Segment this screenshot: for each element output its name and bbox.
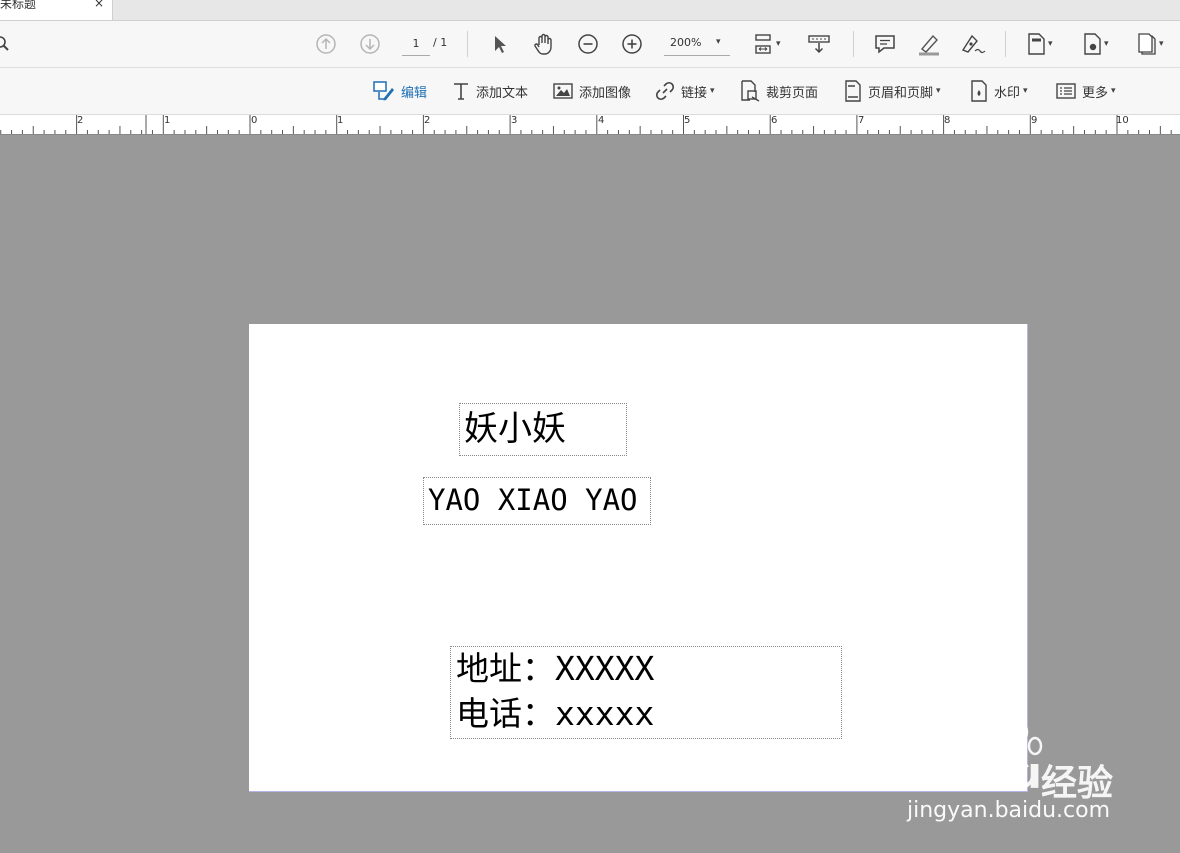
add-image-label: 添加图像 [579, 85, 632, 101]
add-image-button[interactable]: 添加图像 [552, 68, 631, 114]
text-box-name-pinyin[interactable]: YAO XIAO YAO [423, 477, 651, 525]
comment-icon[interactable] [873, 21, 897, 67]
text-icon [454, 83, 468, 100]
close-tab-icon[interactable]: × [94, 0, 104, 10]
edit-button[interactable]: 编辑 [372, 68, 427, 114]
watermark-button[interactable]: 水印 ▾ [969, 68, 1028, 114]
horizontal-ruler: 2 1 0 1 2 3 4 5 6 7 8 9 10 [0, 115, 1180, 135]
ruler-label: 2 [424, 115, 431, 126]
document-menu-button[interactable]: ▾ [1137, 21, 1164, 67]
watermark-label: 水印 [994, 85, 1021, 101]
more-button[interactable]: 更多 ▾ [1055, 68, 1116, 114]
ruler-label: 10 [1116, 115, 1129, 126]
link-button[interactable]: 链接 ▾ [654, 68, 715, 114]
toolbar-divider [467, 31, 468, 57]
page-number-input[interactable] [402, 31, 430, 56]
crop-icon [741, 80, 760, 102]
chevron-down-icon: ▾ [776, 39, 781, 49]
toolbar-divider [1005, 31, 1006, 57]
header-footer-label: 页眉和页脚 [868, 85, 934, 101]
crop-pages-button[interactable]: 裁剪页面 [739, 68, 818, 114]
page-tools-button[interactable]: ▾ [1082, 21, 1109, 67]
ruler-label: 0 [251, 115, 258, 126]
ruler-ticks [0, 115, 1172, 134]
zoom-level-value: 200% [670, 36, 702, 49]
next-page-icon[interactable] [359, 21, 381, 67]
export-pdf-button[interactable]: ▾ [1026, 21, 1053, 67]
text-box-contact[interactable]: 地址：XXXXX 电话：xxxxx [450, 646, 842, 739]
ruler-label: 8 [944, 115, 951, 126]
select-tool-icon[interactable] [491, 21, 509, 67]
main-toolbar: / 1 200% ▾ ▾ ▾ ▾ ▾ [0, 21, 1180, 68]
edit-icon [373, 81, 394, 101]
tab-title: 未标题 [0, 0, 37, 11]
name-chinese-text: 妖小妖 [464, 409, 566, 449]
watermark-icon [971, 80, 987, 102]
fit-page-button[interactable]: ▾ [752, 21, 781, 67]
watermark-url: jingyan.baidu.com [907, 798, 1111, 823]
edit-label: 编辑 [401, 85, 428, 101]
previous-page-icon[interactable] [315, 21, 337, 67]
link-icon [655, 81, 675, 101]
phone-text: 电话：xxxxx [456, 694, 655, 733]
crop-pages-label: 裁剪页面 [766, 85, 819, 101]
chevron-down-icon: ▾ [1159, 39, 1164, 49]
ruler-label: 7 [858, 115, 865, 126]
highlight-icon[interactable] [916, 21, 942, 67]
ruler-label: 2 [77, 115, 84, 126]
edit-toolbar: 编辑 添加文本 添加图像 链接 ▾ 裁剪页面 页眉和页脚 ▾ 水印 ▾ 更多 ▾ [0, 68, 1180, 115]
ruler-label: 1 [337, 115, 344, 126]
more-label: 更多 [1082, 85, 1109, 101]
ruler-label: 9 [1031, 115, 1038, 126]
more-icon [1056, 83, 1076, 99]
link-label: 链接 [681, 85, 708, 101]
chevron-down-icon: ▾ [710, 86, 715, 96]
address-text: 地址：XXXXX [456, 649, 655, 688]
zoom-in-icon[interactable] [621, 21, 643, 67]
ruler-label: 4 [598, 115, 605, 126]
header-footer-icon [845, 80, 861, 102]
scroll-mode-icon[interactable] [807, 21, 831, 67]
jingyan-text: 经验 [1041, 763, 1114, 804]
ruler-label: 3 [511, 115, 518, 126]
chevron-down-icon: ▾ [1104, 39, 1109, 49]
chevron-down-icon: ▾ [1111, 86, 1116, 96]
chevron-down-icon: ▾ [716, 37, 721, 47]
ruler-label: 5 [684, 115, 691, 126]
document-tab[interactable]: 未标题 × [0, 0, 113, 20]
text-box-name-cn[interactable]: 妖小妖 [459, 403, 627, 456]
sign-icon[interactable] [959, 21, 987, 67]
ruler-label: 1 [164, 115, 171, 126]
chevron-down-icon: ▾ [1048, 39, 1053, 49]
tab-strip: 未标题 × [0, 0, 1180, 21]
chevron-down-icon: ▾ [936, 86, 941, 96]
add-text-label: 添加文本 [476, 85, 529, 101]
add-text-button[interactable]: 添加文本 [451, 68, 528, 114]
toolbar-divider [853, 31, 854, 57]
zoom-level-select[interactable]: 200% ▾ [664, 31, 730, 56]
header-footer-button[interactable]: 页眉和页脚 ▾ [843, 68, 941, 114]
document-page: 妖小妖 YAO XIAO YAO 地址：XXXXX 电话：xxxxx [249, 324, 1028, 792]
name-pinyin-text: YAO XIAO YAO [428, 483, 638, 517]
image-icon [553, 83, 573, 99]
search-icon[interactable] [0, 21, 12, 67]
ruler-label: 6 [771, 115, 778, 126]
chevron-down-icon: ▾ [1023, 86, 1028, 96]
hand-tool-icon[interactable] [532, 21, 556, 67]
page-total-label: / 1 [433, 36, 448, 49]
zoom-out-icon[interactable] [577, 21, 599, 67]
